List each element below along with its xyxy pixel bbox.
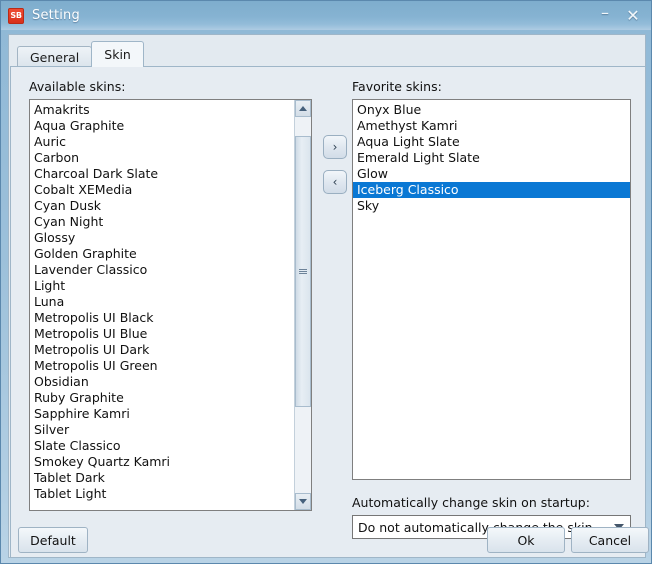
favorite-skin-item[interactable]: Onyx Blue <box>353 102 630 118</box>
grip-icon <box>299 268 307 274</box>
tab-skin[interactable]: Skin <box>91 41 144 67</box>
favorite-skin-item[interactable]: Emerald Light Slate <box>353 150 630 166</box>
available-skin-item[interactable]: Auric <box>30 134 294 150</box>
available-skin-item[interactable]: Lavender Classico <box>30 262 294 278</box>
available-skin-item[interactable]: Metropolis UI Dark <box>30 342 294 358</box>
window-title: Setting <box>32 8 80 23</box>
favorite-skin-item[interactable]: Iceberg Classico <box>353 182 630 198</box>
startup-behavior-label: Automatically change skin on startup: <box>352 495 590 510</box>
available-skin-item[interactable]: Cyan Dusk <box>30 198 294 214</box>
available-skin-item[interactable]: Slate Classico <box>30 438 294 454</box>
favorite-skins-listbox[interactable]: Onyx Blue Amethyst Kamri Aqua Light Slate E… <box>352 99 631 480</box>
available-skin-item[interactable]: Golden Graphite <box>30 246 294 262</box>
available-skin-item[interactable]: Light <box>30 278 294 294</box>
scrollbar-thumb[interactable] <box>295 135 311 407</box>
up-arrow-icon <box>299 106 307 111</box>
skin-tab-panel: Available skins: Amakrits Aqua Graphite Au… <box>10 66 646 558</box>
available-skin-item[interactable]: Obsidian <box>30 374 294 390</box>
scroll-up-button[interactable] <box>295 100 311 117</box>
add-to-favorites-button[interactable]: › <box>323 135 347 159</box>
available-skin-item[interactable]: Metropolis UI Green <box>30 358 294 374</box>
title-bar[interactable]: SB Setting – ✕ <box>1 1 651 33</box>
available-skin-item[interactable]: Tablet Light <box>30 486 294 502</box>
available-skin-item[interactable]: Charcoal Dark Slate <box>30 166 294 182</box>
available-skin-item[interactable]: Sapphire Kamri <box>30 406 294 422</box>
favorite-skin-item[interactable]: Amethyst Kamri <box>353 118 630 134</box>
minimize-icon[interactable]: – <box>591 1 619 33</box>
startup-skin-dropdown-value: Do not automatically change the skin <box>358 519 593 535</box>
available-skin-item[interactable]: Glossy <box>30 230 294 246</box>
window-controls: – ✕ <box>591 1 651 33</box>
tab-general[interactable]: General <box>17 46 93 67</box>
available-skins-label: Available skins: <box>29 79 126 94</box>
available-skin-item[interactable]: Silver <box>30 422 294 438</box>
close-icon[interactable]: ✕ <box>619 1 647 30</box>
settings-dialog-window: SB Setting – ✕ General Skin Available sk… <box>0 0 652 564</box>
available-skin-item[interactable]: Carbon <box>30 150 294 166</box>
app-icon-sb: SB <box>8 7 24 24</box>
default-button[interactable]: Default <box>18 527 88 553</box>
favorite-skins-label: Favorite skins: <box>352 79 442 94</box>
favorite-skin-item[interactable]: Glow <box>353 166 630 182</box>
available-skin-item[interactable]: Metropolis UI Black <box>30 310 294 326</box>
available-skin-item[interactable]: Metropolis UI Blue <box>30 326 294 342</box>
available-skin-item[interactable]: Ruby Graphite <box>30 390 294 406</box>
favorite-skin-item[interactable]: Sky <box>353 198 630 214</box>
available-skin-item[interactable]: Aqua Graphite <box>30 118 294 134</box>
available-skins-scrollbar[interactable] <box>294 100 311 510</box>
available-skin-item[interactable]: Cobalt XEMedia <box>30 182 294 198</box>
available-skin-item[interactable]: Amakrits <box>30 102 294 118</box>
available-skin-item[interactable]: Luna <box>30 294 294 310</box>
available-skin-item[interactable]: Tablet Dark <box>30 470 294 486</box>
available-skin-item[interactable]: Cyan Night <box>30 214 294 230</box>
available-skins-listbox[interactable]: Amakrits Aqua Graphite Auric Carbon Charcoal… <box>29 99 312 511</box>
tab-strip: General Skin <box>17 40 144 67</box>
dialog-client-area: General Skin Available skins: Amakrits Aq… <box>8 34 649 558</box>
available-skin-item[interactable]: Smokey Quartz Kamri <box>30 454 294 470</box>
favorite-skin-item[interactable]: Aqua Light Slate <box>353 134 630 150</box>
remove-from-favorites-button[interactable]: ‹ <box>323 170 347 194</box>
scroll-down-button[interactable] <box>295 493 311 510</box>
ok-button[interactable]: Ok <box>487 527 565 553</box>
down-arrow-icon <box>299 499 307 504</box>
cancel-button[interactable]: Cancel <box>571 527 649 553</box>
